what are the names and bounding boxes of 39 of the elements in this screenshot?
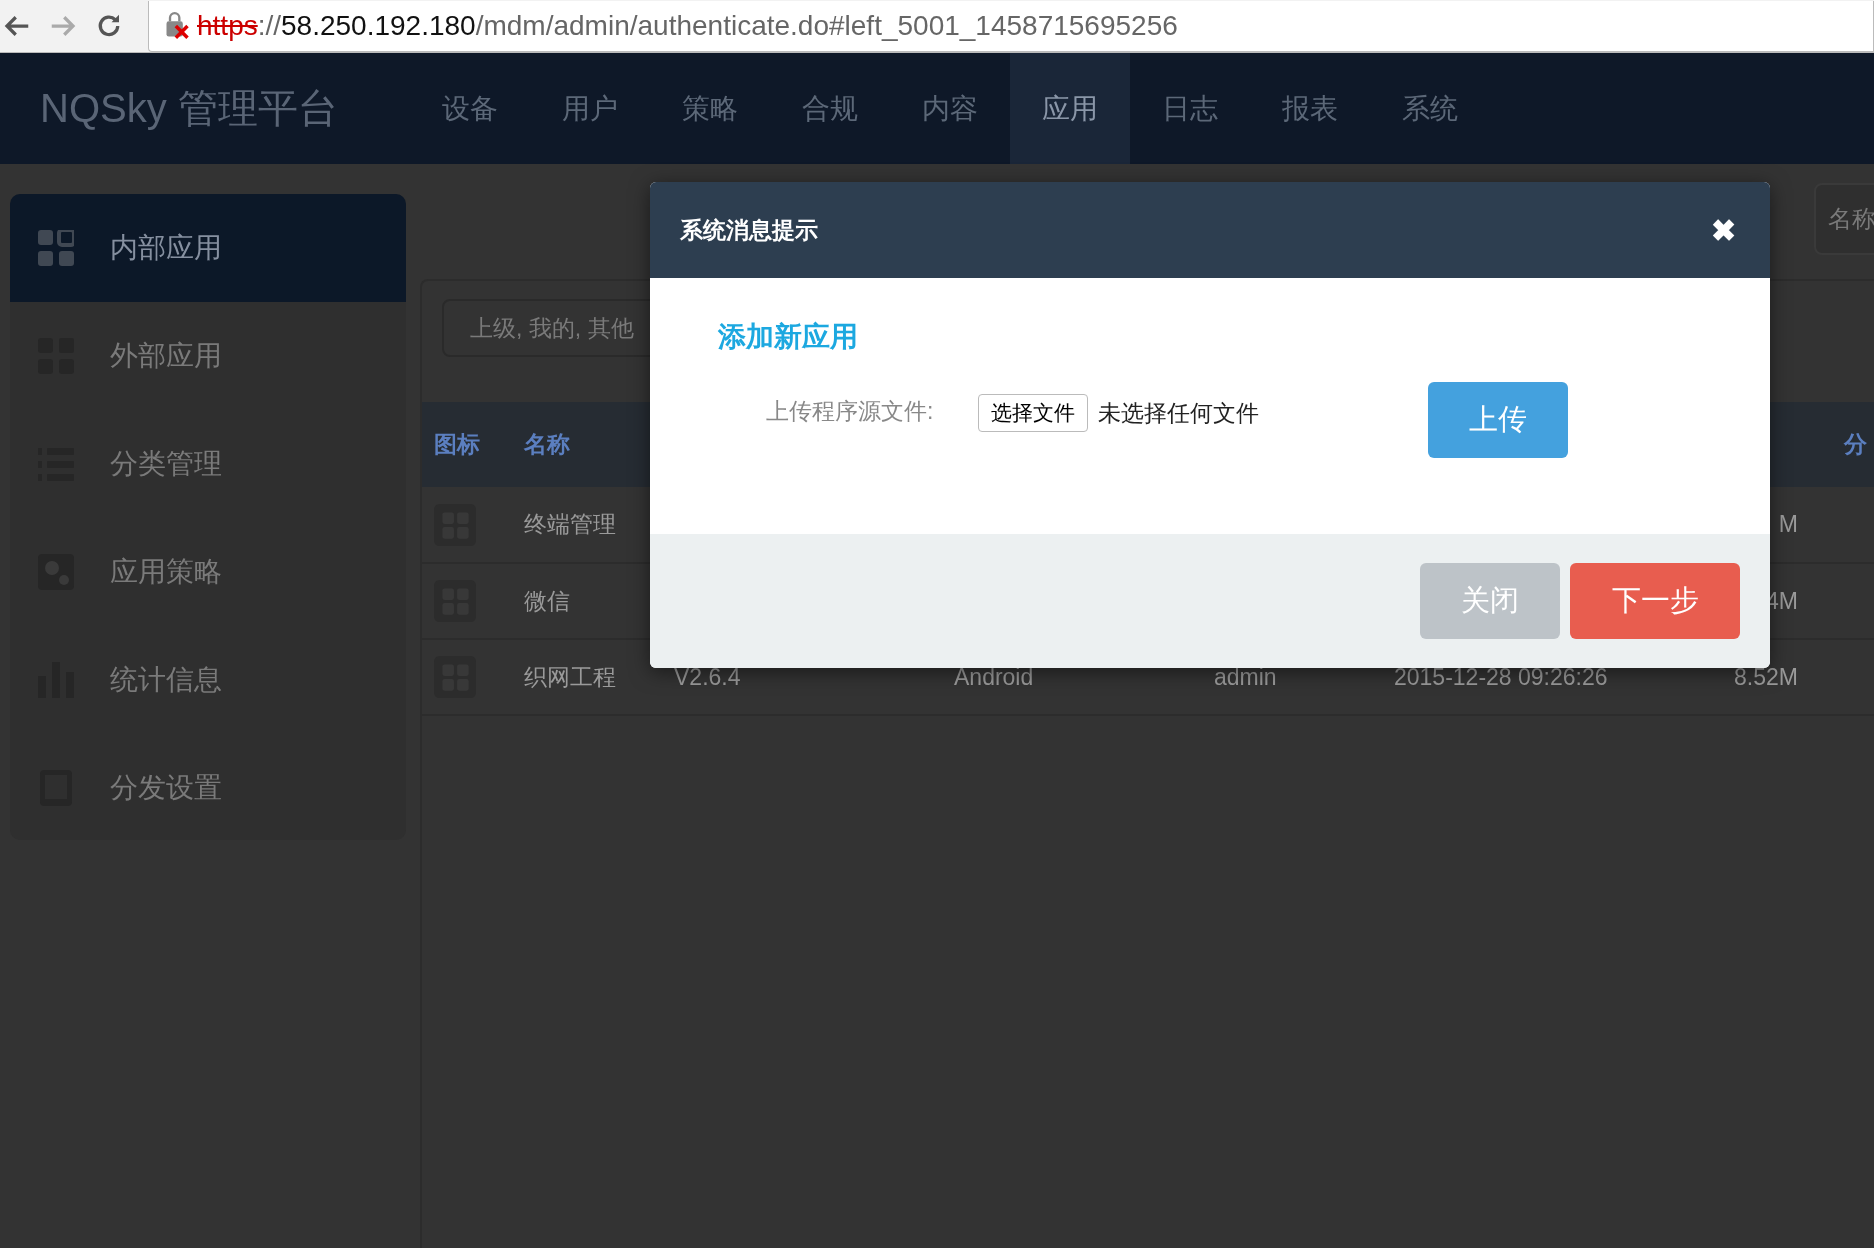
nav-tab[interactable]: 合规 bbox=[770, 53, 890, 164]
nav-tab[interactable]: 应用 bbox=[1010, 53, 1130, 164]
table-cell: M bbox=[1778, 511, 1798, 537]
url-text: https://58.250.192.180/mdm/admin/authenticate.do#left_5001_1458715695256 bbox=[197, 9, 1178, 42]
address-bar[interactable]: https://58.250.192.180/mdm/admin/authenticate.do#left_5001_1458715695256 bbox=[148, 0, 1874, 52]
nav-tab[interactable]: 报表 bbox=[1250, 53, 1370, 164]
table-cell: V2.6.4 bbox=[674, 663, 741, 690]
nav-tab[interactable]: 用户 bbox=[530, 53, 650, 164]
sidebar-item[interactable]: 统计信息 bbox=[10, 626, 406, 734]
nav-tab[interactable]: 日志 bbox=[1130, 53, 1250, 164]
sidebar-item[interactable]: 内部应用 bbox=[10, 194, 406, 302]
sidebar-item[interactable]: 分类管理 bbox=[10, 410, 406, 518]
sidebar-item[interactable]: 分发设置 bbox=[10, 734, 406, 840]
upload-button[interactable]: 上传 bbox=[1428, 382, 1568, 458]
field-label: 上传程序源文件: bbox=[766, 397, 935, 426]
sidebar-item[interactable]: 外部应用 bbox=[10, 302, 406, 410]
sidebar-item[interactable]: 应用策略 bbox=[10, 518, 406, 626]
table-cell: 终端管理 bbox=[524, 511, 616, 537]
table-cell: 8.52M bbox=[1734, 663, 1798, 690]
table-cell: Android bbox=[954, 663, 1034, 690]
table-cell: admin bbox=[1214, 663, 1277, 690]
table-cell: 2015-12-28 09:26:26 bbox=[1394, 663, 1608, 690]
nav-tab[interactable]: 策略 bbox=[650, 53, 770, 164]
table-cell: 微信 bbox=[524, 587, 570, 614]
file-status: 未选择任何文件 bbox=[1098, 399, 1260, 428]
nav-tab[interactable]: 设备 bbox=[410, 53, 530, 164]
nav-tab[interactable]: 系统 bbox=[1370, 53, 1490, 164]
dialog-title: 系统消息提示 bbox=[680, 215, 818, 245]
logo-text: NQSky 管理平台 bbox=[39, 85, 339, 132]
choose-file-button[interactable]: 选择文件 bbox=[978, 394, 1088, 432]
nav-tab[interactable]: 内容 bbox=[890, 53, 1010, 164]
close-button[interactable]: ✖ bbox=[1707, 212, 1740, 248]
table-cell: 织网工程 bbox=[524, 663, 616, 690]
column-header: 名称 bbox=[524, 431, 570, 457]
close-button[interactable]: 关闭 bbox=[1420, 563, 1560, 639]
next-button[interactable]: 下一步 bbox=[1570, 563, 1740, 639]
column-header: 图标 bbox=[434, 431, 480, 457]
column-header: 分 bbox=[1844, 431, 1867, 457]
grid-icon bbox=[38, 230, 74, 266]
